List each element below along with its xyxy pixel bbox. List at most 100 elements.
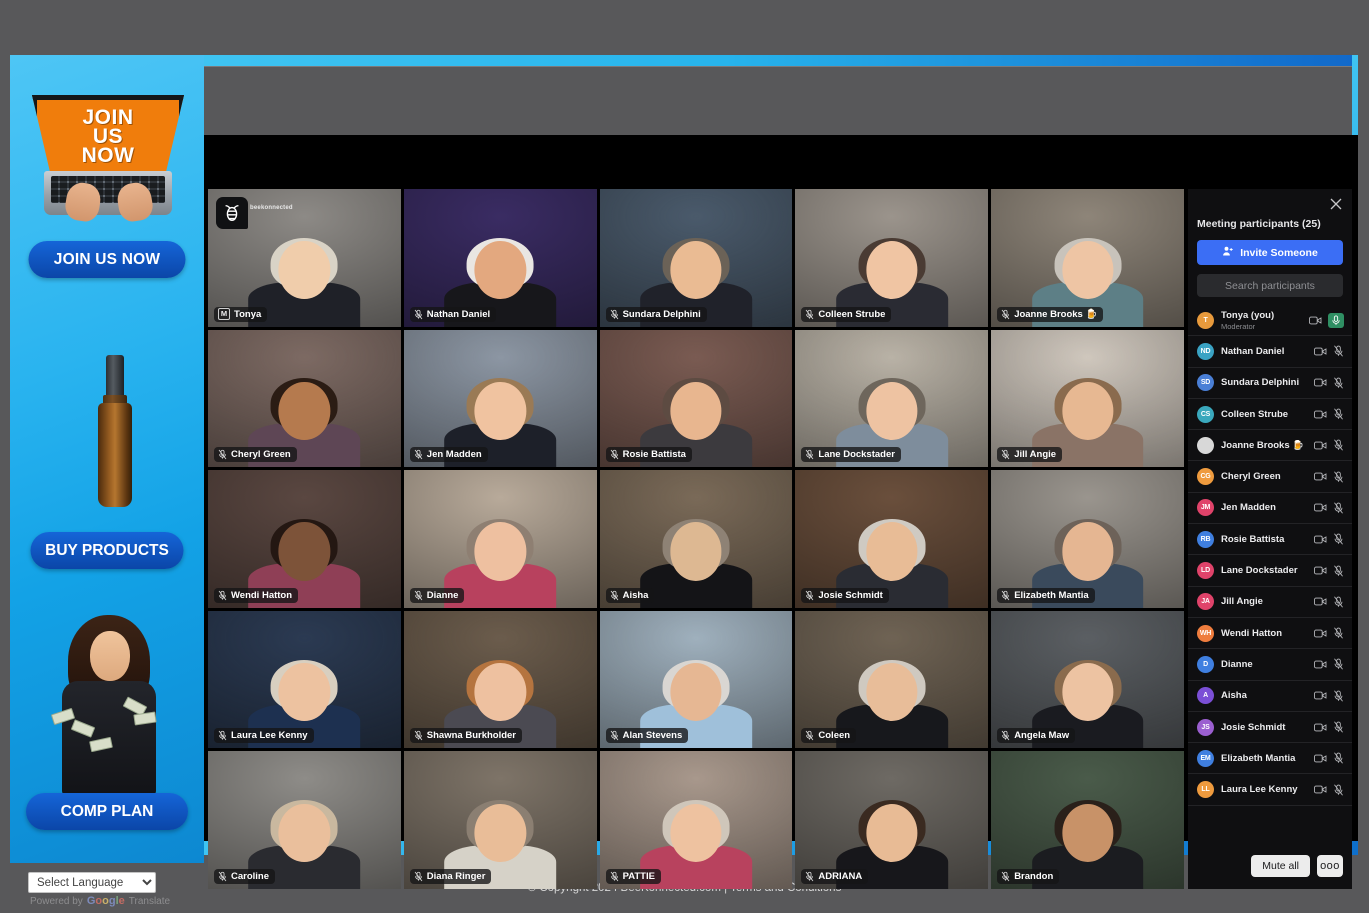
video-tile[interactable]: Laura Lee Kenny bbox=[208, 610, 401, 749]
video-tile[interactable]: Brandon bbox=[991, 751, 1184, 889]
camera-icon[interactable] bbox=[1314, 723, 1327, 732]
participant-controls bbox=[1314, 439, 1344, 451]
participant-row[interactable]: EM Elizabeth Mantia bbox=[1188, 743, 1352, 775]
video-tile[interactable]: Dianne bbox=[403, 470, 597, 608]
mic-muted-icon[interactable] bbox=[1333, 690, 1344, 702]
video-tile[interactable]: ADRIANA bbox=[795, 751, 989, 889]
participant-row[interactable]: SD Sundara Delphini bbox=[1188, 368, 1352, 399]
mic-muted-icon[interactable] bbox=[1333, 784, 1344, 796]
avatar: JM bbox=[1197, 499, 1214, 517]
comp-plan-button[interactable]: COMP PLAN bbox=[26, 793, 188, 830]
tile-name-chip: Joanne Brooks 🍺 bbox=[997, 306, 1104, 322]
camera-icon[interactable] bbox=[1309, 316, 1322, 325]
tile-participant-name: Colleen Strube bbox=[818, 308, 886, 320]
buy-products-button[interactable]: BUY PRODUCTS bbox=[30, 532, 184, 569]
join-us-now-button[interactable]: JOIN US NOW bbox=[28, 241, 186, 278]
camera-icon[interactable] bbox=[1314, 472, 1327, 481]
tile-name-chip: Brandon bbox=[997, 869, 1060, 884]
tile-name-chip: ADRIANA bbox=[801, 869, 869, 884]
mute-all-button[interactable]: Mute all bbox=[1251, 855, 1310, 877]
mic-muted-icon bbox=[414, 309, 423, 320]
participant-name: Josie Schmidt bbox=[1221, 721, 1286, 733]
camera-icon[interactable] bbox=[1314, 754, 1327, 763]
video-tile[interactable]: Elizabeth Mantia bbox=[991, 470, 1184, 608]
search-participants-input[interactable] bbox=[1197, 274, 1343, 297]
video-tile[interactable]: Sundara Delphini bbox=[599, 189, 793, 327]
participant-row[interactable]: CG Cheryl Green bbox=[1188, 461, 1352, 493]
participant-row[interactable]: JS Josie Schmidt bbox=[1188, 712, 1352, 744]
participant-row[interactable]: LD Lane Dockstader bbox=[1188, 555, 1352, 587]
mic-muted-icon[interactable] bbox=[1333, 533, 1344, 545]
close-icon[interactable] bbox=[1328, 196, 1344, 212]
video-tile[interactable]: Alan Stevens bbox=[599, 610, 793, 749]
video-tile[interactable]: Lane Dockstader bbox=[795, 329, 989, 468]
participant-controls bbox=[1314, 408, 1344, 420]
invite-someone-button[interactable]: Invite Someone bbox=[1197, 240, 1343, 265]
mic-muted-icon[interactable] bbox=[1333, 721, 1344, 733]
laptop-base bbox=[44, 171, 172, 224]
participant-controls bbox=[1314, 784, 1344, 796]
video-tile[interactable]: Jill Angie bbox=[991, 329, 1184, 468]
participant-row[interactable]: D Dianne bbox=[1188, 649, 1352, 681]
video-tile[interactable]: Aisha bbox=[599, 470, 793, 608]
video-tile[interactable]: Angela Maw bbox=[991, 610, 1184, 749]
participant-name-block: Tonya (you) Moderator bbox=[1221, 310, 1302, 331]
participant-row[interactable]: Joanne Brooks 🍺 bbox=[1188, 430, 1352, 462]
camera-icon[interactable] bbox=[1314, 410, 1327, 419]
camera-icon[interactable] bbox=[1314, 503, 1327, 512]
video-tile[interactable]: Josie Schmidt bbox=[795, 470, 989, 608]
video-tile[interactable]: Diana Ringer bbox=[403, 751, 597, 889]
mic-muted-icon[interactable] bbox=[1333, 471, 1344, 483]
video-tile[interactable]: Caroline bbox=[208, 751, 401, 889]
mic-muted-icon[interactable] bbox=[1333, 439, 1344, 451]
participant-row[interactable]: A Aisha bbox=[1188, 681, 1352, 712]
participant-row[interactable]: JA Jill Angie bbox=[1188, 587, 1352, 618]
mic-muted-icon[interactable] bbox=[1333, 658, 1344, 670]
mic-muted-icon bbox=[1001, 309, 1010, 320]
mic-muted-icon[interactable] bbox=[1333, 627, 1344, 639]
participant-row[interactable]: CS Colleen Strube bbox=[1188, 399, 1352, 431]
video-tile[interactable]: Shawna Burkholder bbox=[403, 610, 597, 749]
more-options-button[interactable]: ooo bbox=[1317, 855, 1343, 877]
camera-icon[interactable] bbox=[1314, 629, 1327, 638]
mic-muted-icon[interactable] bbox=[1333, 408, 1344, 420]
mic-muted-icon[interactable] bbox=[1333, 502, 1344, 514]
avatar: LD bbox=[1197, 562, 1214, 580]
participant-row[interactable]: ND Nathan Daniel bbox=[1188, 336, 1352, 368]
camera-icon[interactable] bbox=[1314, 347, 1327, 356]
video-tile[interactable]: Wendi Hatton bbox=[208, 470, 401, 608]
video-tile[interactable]: Cheryl Green bbox=[208, 329, 401, 468]
camera-icon[interactable] bbox=[1314, 566, 1327, 575]
video-tile[interactable]: beekonnected M Tonya bbox=[208, 189, 401, 327]
participant-controls bbox=[1314, 471, 1344, 483]
camera-icon[interactable] bbox=[1314, 441, 1327, 450]
mic-muted-icon bbox=[805, 590, 814, 601]
camera-icon[interactable] bbox=[1314, 660, 1327, 669]
tile-name-chip: Lane Dockstader bbox=[801, 447, 901, 463]
mic-muted-icon[interactable] bbox=[1333, 377, 1344, 389]
video-tile[interactable]: Coleen bbox=[795, 610, 989, 749]
mic-muted-icon[interactable] bbox=[1333, 564, 1344, 577]
mic-on-icon[interactable] bbox=[1328, 312, 1344, 328]
camera-icon[interactable] bbox=[1314, 785, 1327, 794]
video-tile[interactable]: PATTIE bbox=[599, 751, 793, 889]
video-tile[interactable]: Colleen Strube bbox=[795, 189, 989, 327]
participant-row[interactable]: JM Jen Madden bbox=[1188, 493, 1352, 525]
video-tile[interactable]: Jen Madden bbox=[403, 329, 597, 468]
video-tile[interactable]: Nathan Daniel bbox=[403, 189, 597, 327]
participant-row[interactable]: LL Laura Lee Kenny bbox=[1188, 774, 1352, 806]
mic-muted-icon[interactable] bbox=[1333, 752, 1344, 764]
participant-row[interactable]: WH Wendi Hatton bbox=[1188, 618, 1352, 650]
camera-icon[interactable] bbox=[1314, 597, 1327, 606]
video-tile[interactable]: Rosie Battista bbox=[599, 329, 793, 468]
participant-row[interactable]: RB Rosie Battista bbox=[1188, 524, 1352, 556]
mic-muted-icon[interactable] bbox=[1333, 345, 1344, 357]
camera-icon[interactable] bbox=[1314, 378, 1327, 387]
participant-controls bbox=[1309, 312, 1344, 328]
mic-muted-icon[interactable] bbox=[1333, 596, 1344, 608]
camera-icon[interactable] bbox=[1314, 535, 1327, 544]
camera-icon[interactable] bbox=[1314, 691, 1327, 700]
video-tile[interactable]: Joanne Brooks 🍺 bbox=[991, 189, 1184, 327]
participant-name-block: Lane Dockstader bbox=[1221, 565, 1307, 576]
participant-row[interactable]: T Tonya (you) Moderator bbox=[1188, 305, 1352, 337]
